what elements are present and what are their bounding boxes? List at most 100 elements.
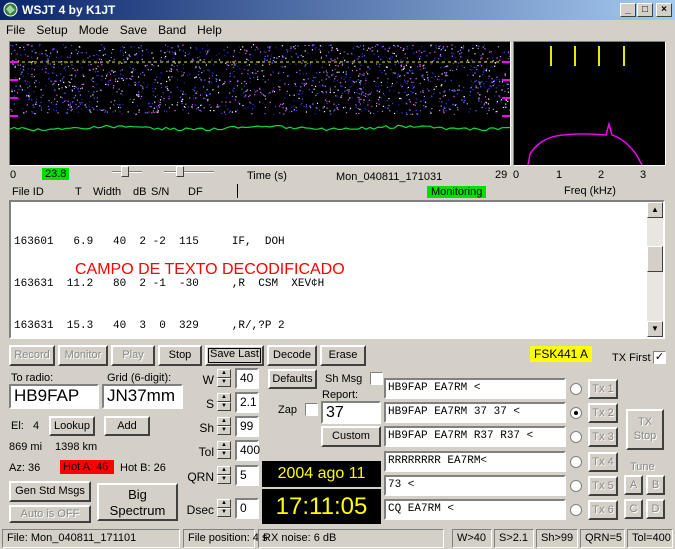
param-s-input[interactable]: 2.1 [235, 392, 259, 413]
tx-radio-3[interactable] [570, 431, 582, 443]
param-sh-input[interactable]: 99 [235, 416, 259, 437]
decode-button[interactable]: Decode [267, 345, 317, 366]
param-tol-input[interactable]: 400 [235, 440, 260, 461]
custom-button[interactable]: Custom [321, 426, 381, 447]
gen-std-msgs-button[interactable]: Gen Std Msgs [9, 481, 91, 502]
status-position: File position: 4 s [183, 529, 267, 548]
scroll-up-arrow[interactable]: ▲ [647, 202, 663, 218]
menu-setup[interactable]: Setup [30, 21, 72, 37]
clock-display: 17:11:05 [262, 489, 381, 524]
col-t: T [75, 186, 82, 198]
param-w-label: W [202, 373, 214, 387]
menu-save[interactable]: Save [114, 21, 152, 37]
grid-input[interactable]: JN37mm [102, 384, 183, 409]
sh-msg-checkbox[interactable] [370, 372, 383, 385]
param-sh-spinner[interactable]: ▲ ▼ [217, 417, 231, 435]
azimuth-label: Az: 36 [9, 462, 41, 474]
add-button[interactable]: Add [104, 416, 150, 436]
param-dsec-spinner[interactable]: ▲ ▼ [217, 499, 231, 517]
col-db: dB [133, 186, 147, 198]
date-display: 2004 ago 11 [262, 461, 381, 487]
tune-d-button[interactable]: D [646, 499, 665, 519]
slider-thumb-2[interactable] [176, 166, 184, 177]
spectrum-display [513, 41, 666, 166]
param-w-input[interactable]: 40 [235, 368, 259, 389]
waterfall-filename: Mon_040811_171031 [336, 171, 443, 183]
tx-message-6[interactable]: CQ EA7RM < [384, 499, 566, 520]
defaults-button[interactable]: Defaults [268, 369, 317, 389]
sh-msg-label: Sh Msg [325, 373, 363, 385]
tx-radio-6[interactable] [570, 504, 582, 516]
to-radio-label: To radio: [11, 372, 54, 384]
maximize-button[interactable]: □ [637, 3, 653, 17]
waterfall-graph [9, 42, 511, 165]
lookup-button[interactable]: Lookup [49, 416, 95, 436]
tx-radio-2[interactable] [570, 407, 582, 419]
tune-c-button[interactable]: C [624, 499, 643, 519]
tx-radio-1[interactable] [570, 383, 582, 395]
param-qrn-label: QRN [187, 470, 214, 484]
auto-button[interactable]: Auto is OFF [9, 505, 91, 523]
decoded-line: 163631 11.2 80 2 -1 -30 ,R CSM XEV¢H [14, 278, 325, 290]
menu-file[interactable]: File [0, 21, 30, 37]
minimize-button[interactable]: _ [620, 3, 636, 17]
el-value: 4 [33, 420, 40, 432]
tx-message-3[interactable]: HB9FAP EA7RM R37 R37 < [384, 426, 566, 447]
menu-band[interactable]: Band [152, 21, 191, 37]
param-qrn-input[interactable]: 5 [235, 465, 259, 486]
tx4-button[interactable]: Tx 4 [588, 452, 618, 472]
slider-track-2[interactable] [164, 171, 214, 173]
param-w-spinner[interactable]: ▲ ▼ [217, 369, 231, 387]
app-icon [3, 2, 18, 17]
decoded-overlay-label: CAMPO DE TEXTO DECODIFICADO [75, 261, 345, 278]
param-tol-spinner[interactable]: ▲ ▼ [217, 441, 231, 459]
status-file: File: Mon_040811_171101 [2, 529, 180, 548]
tune-label: Tune [630, 461, 655, 473]
tx-message-4[interactable]: RRRRRRRR EA7RM< [384, 451, 566, 472]
tx-first-checkbox[interactable]: ✓ [653, 351, 666, 364]
tx1-button[interactable]: Tx 1 [588, 379, 618, 399]
param-dsec-input[interactable]: 0 [235, 498, 259, 519]
decoded-line: 163601 6.9 40 2 -2 115 IF, DOH [14, 236, 285, 248]
tx-message-5[interactable]: 73 < [384, 475, 566, 496]
freq-tick-1: 1 [556, 169, 563, 181]
param-qrn-spinner[interactable]: ▲ ▼ [217, 466, 231, 484]
save-last-button[interactable]: Save Last [205, 345, 264, 366]
decoded-text-area[interactable]: 163601 6.9 40 2 -2 115 IF, DOH 163631 11… [9, 200, 665, 339]
stop-button[interactable]: Stop [158, 345, 202, 366]
tx3-button[interactable]: Tx 3 [588, 427, 618, 447]
menu-mode[interactable]: Mode [73, 21, 114, 37]
tx-message-2[interactable]: HB9FAP EA7RM 37 37 < [384, 402, 566, 423]
tx6-button[interactable]: Tx 6 [588, 500, 618, 520]
play-button[interactable]: Play [111, 345, 155, 366]
tx2-button[interactable]: Tx 2 [588, 403, 618, 423]
tune-b-button[interactable]: B [646, 475, 665, 495]
param-s-spinner[interactable]: ▲ ▼ [217, 393, 231, 411]
big-spectrum-button[interactable]: Big Spectrum [97, 483, 178, 521]
distance-miles: 869 mi [9, 441, 43, 453]
menu-help[interactable]: Help [191, 21, 227, 37]
time-value-badge: 23.8 [42, 168, 70, 180]
tx-radio-4[interactable] [570, 456, 582, 468]
status-tol: Tol=400 [627, 529, 673, 548]
tx-stop-button[interactable]: TX Stop [626, 409, 664, 450]
zap-checkbox[interactable] [305, 403, 318, 416]
erase-button[interactable]: Erase [320, 345, 366, 366]
scroll-thumb[interactable] [647, 246, 663, 272]
slider-thumb-1[interactable] [121, 166, 129, 177]
tune-a-button[interactable]: A [624, 475, 643, 495]
waterfall-axis-end: 29 [495, 169, 508, 181]
waterfall-display [9, 41, 511, 166]
record-button[interactable]: Record [9, 345, 55, 366]
close-button[interactable]: × [656, 3, 672, 17]
report-input[interactable]: 37 [321, 401, 381, 424]
waterfall-axis-start: 0 [10, 169, 17, 181]
tx5-button[interactable]: Tx 5 [588, 476, 618, 496]
monitor-button[interactable]: Monitor [58, 345, 108, 366]
to-radio-input[interactable]: HB9FAP [9, 384, 99, 409]
decoded-scrollbar[interactable]: ▲ ▼ [647, 202, 663, 337]
scroll-down-arrow[interactable]: ▼ [647, 321, 663, 337]
freq-tick-2: 2 [598, 169, 605, 181]
tx-message-1[interactable]: HB9FAP EA7RM < [384, 378, 566, 399]
tx-radio-5[interactable] [570, 480, 582, 492]
